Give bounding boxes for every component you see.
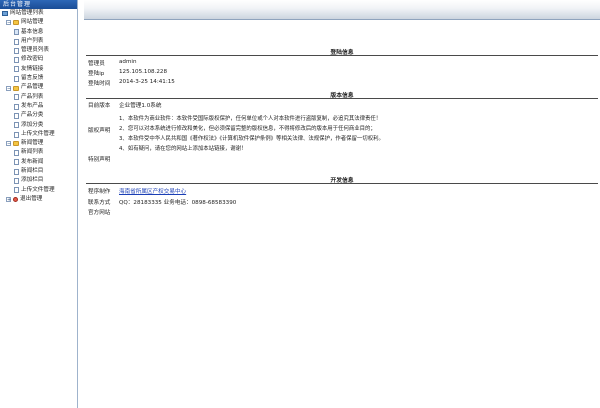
tree-item-publish-news[interactable]: 发布新闻 <box>0 158 77 167</box>
tree-item-product-list[interactable]: 产品列表 <box>0 93 77 102</box>
login-ip-label: 登陆ip <box>88 71 105 77</box>
tree-item-feedback[interactable]: 留言反馈 <box>0 74 77 83</box>
tree-item-change-password[interactable]: 修改密码 <box>0 55 77 64</box>
collapse-icon[interactable]: − <box>6 141 11 147</box>
page-icon <box>14 94 19 101</box>
tree-item-add-column[interactable]: 添加栏目 <box>0 176 77 185</box>
page-icon <box>14 112 19 119</box>
maker-label: 程序制作 <box>88 189 111 195</box>
tree-item-news-files[interactable]: 上传文件管理 <box>0 186 77 195</box>
copyright-line: 4、如有疑问，请在您的网站上添加本站链接，谢谢！ <box>119 146 247 152</box>
current-version-value: 企业管理1.0系统 <box>119 103 162 109</box>
page-icon <box>14 159 19 166</box>
login-time-value: 2014-3-25 14:41:15 <box>119 79 175 85</box>
main-content: 登陆信息 管理员 admin 登陆ip 125.105.108.228 登陆时间… <box>84 0 600 408</box>
tree-item-news-columns[interactable]: 新闻栏目 <box>0 167 77 176</box>
official-site-label: 官方网站 <box>88 210 111 216</box>
tree-item-basic-info[interactable]: 基本信息 <box>0 28 77 37</box>
page-icon <box>14 168 19 175</box>
page-icon <box>14 122 19 129</box>
special-notice-label: 特别声明 <box>88 157 111 163</box>
folder-icon <box>13 20 19 26</box>
tree-item-user-list[interactable]: 用户列表 <box>0 37 77 46</box>
page-icon <box>14 75 19 82</box>
expand-icon[interactable]: + <box>6 197 11 203</box>
tree-item-product-files[interactable]: 上传文件管理 <box>0 130 77 139</box>
copyright-line: 1、本软件为商业软件：本软件受国际版权保护，任何单位或个人对本软件进行盗版复制，… <box>119 116 382 122</box>
admin-value: admin <box>119 59 137 65</box>
tree-item-product-category[interactable]: 产品分类 <box>0 111 77 120</box>
site-icon <box>2 11 8 17</box>
folder-icon <box>13 141 19 147</box>
page-icon <box>14 29 19 36</box>
divider <box>86 183 598 184</box>
divider <box>86 55 598 56</box>
contact-value: QQ：28183335 业务电话：0898-68583390 <box>119 200 237 206</box>
current-version-label: 目前版本 <box>88 103 111 109</box>
sidebar-header: 后台管理 <box>0 0 77 9</box>
tree-item-publish-product[interactable]: 发布产品 <box>0 102 77 111</box>
exit-icon <box>13 197 18 203</box>
page-icon <box>14 38 19 45</box>
tree-group-products[interactable]: − 产品管理 <box>0 83 77 92</box>
page-icon <box>14 131 19 138</box>
collapse-icon[interactable]: − <box>6 85 11 91</box>
top-banner <box>84 0 600 20</box>
nav-tree: 网站管理列表 − 网站管理 基本信息 用户列表 管理员列表 修改密码 友情链接 留… <box>0 9 77 204</box>
page-icon <box>14 103 19 110</box>
tree-item-admin-list[interactable]: 管理员列表 <box>0 46 77 55</box>
top-divider <box>84 19 600 20</box>
divider <box>86 98 598 99</box>
tree-item-friend-links[interactable]: 友情链接 <box>0 65 77 74</box>
admin-label: 管理员 <box>88 61 105 67</box>
tree-group-site[interactable]: − 网站管理 <box>0 18 77 27</box>
copyright-line: 2、您可以对本系统进行修改和美化，但必须保留完整的版权信息，不得将修改后的版本用… <box>119 126 376 132</box>
collapse-icon[interactable]: − <box>6 20 11 26</box>
tree-item-exit[interactable]: + 退出管理 <box>0 195 77 204</box>
maker-link[interactable]: 海南省所属区产权交易中心 <box>119 187 186 195</box>
page-icon <box>14 57 19 64</box>
page-icon <box>14 47 19 54</box>
login-time-label: 登陆时间 <box>88 81 111 87</box>
copyright-line: 3、本软件受中华人民共和国《著作权法》《计算机软件保护条例》等相关法律、法规保护… <box>119 136 384 142</box>
tree-group-news[interactable]: − 新闻管理 <box>0 139 77 148</box>
tree-item-add-category[interactable]: 添加分类 <box>0 121 77 130</box>
page-icon <box>14 178 19 184</box>
copyright-label: 版权声明 <box>88 128 111 134</box>
folder-icon <box>13 85 19 91</box>
page-icon <box>14 150 19 157</box>
page-icon <box>14 187 19 194</box>
page-icon <box>14 66 19 73</box>
tree-root[interactable]: 网站管理列表 <box>0 9 77 18</box>
sidebar: 后台管理 网站管理列表 − 网站管理 基本信息 用户列表 管理员列表 修改密码 友… <box>0 0 78 408</box>
contact-label: 联系方式 <box>88 200 111 206</box>
login-ip-value: 125.105.108.228 <box>119 69 168 75</box>
tree-item-news-list[interactable]: 新闻列表 <box>0 148 77 157</box>
